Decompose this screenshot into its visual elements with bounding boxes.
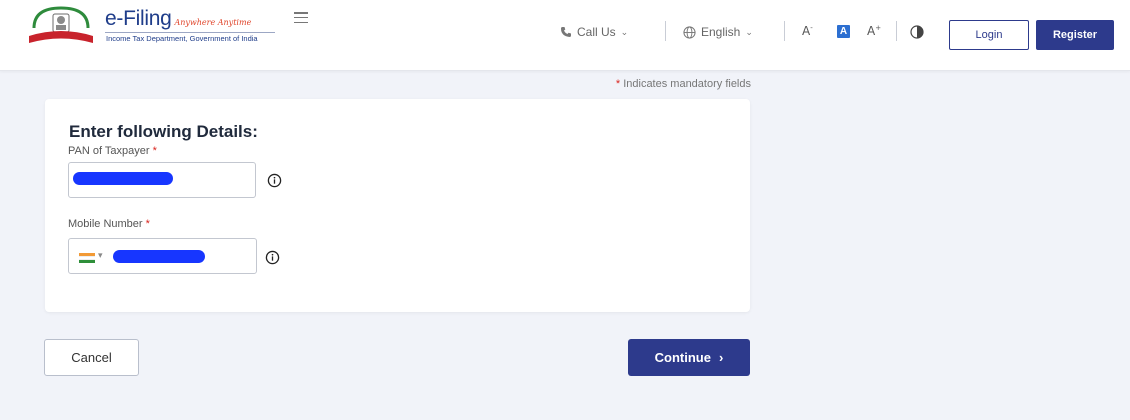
increase-font-button[interactable]: A+ — [867, 24, 881, 38]
pan-info-icon[interactable] — [267, 173, 282, 188]
logo-title-text: e-Filing — [105, 7, 172, 30]
continue-button[interactable]: Continue › — [628, 339, 750, 376]
default-font-label: A — [839, 26, 848, 37]
pan-label-text: PAN of Taxpayer — [68, 145, 150, 157]
globe-icon — [683, 25, 696, 39]
decrease-font-button[interactable]: A- — [802, 24, 813, 38]
call-us-dropdown[interactable]: Call Us ⌄ — [560, 25, 628, 39]
language-label: English — [701, 25, 741, 39]
mandatory-note-text: Indicates mandatory fields — [623, 78, 751, 90]
default-font-button[interactable]: A — [837, 25, 850, 38]
government-emblem-logo[interactable] — [26, 6, 96, 46]
logo-title: e-Filing Anywhere Anytime — [105, 7, 251, 31]
login-button[interactable]: Login — [949, 20, 1029, 50]
mobile-info-icon[interactable] — [265, 250, 280, 265]
mobile-label-text: Mobile Number — [68, 218, 143, 230]
logo-divider — [105, 32, 275, 33]
call-us-label: Call Us — [577, 25, 616, 39]
register-button[interactable]: Register — [1036, 20, 1114, 50]
header-divider — [784, 21, 785, 41]
redacted-pan-value — [73, 172, 173, 185]
redacted-mobile-value — [113, 250, 205, 263]
mobile-label: Mobile Number * — [68, 218, 150, 230]
cancel-button-label: Cancel — [71, 350, 112, 365]
site-header: e-Filing Anywhere Anytime Income Tax Depa… — [0, 0, 1130, 71]
logo-tagline: Anywhere Anytime — [174, 18, 252, 27]
pan-label: PAN of Taxpayer * — [68, 145, 157, 157]
increase-font-sign: + — [875, 24, 882, 32]
chevron-down-icon: ⌄ — [745, 26, 753, 37]
contrast-toggle-icon[interactable] — [910, 25, 924, 39]
hamburger-menu-icon[interactable] — [294, 12, 308, 23]
form-title: Enter following Details: — [69, 122, 258, 141]
decrease-font-sign: - — [810, 24, 813, 32]
country-code-caret-icon[interactable]: ▾ — [98, 250, 103, 261]
required-asterisk: * — [152, 145, 157, 157]
decrease-font-label: A — [802, 24, 811, 38]
language-dropdown[interactable]: English ⌄ — [683, 25, 753, 39]
pan-input[interactable] — [68, 162, 256, 198]
required-asterisk: * — [145, 218, 150, 230]
mandatory-fields-note: * Indicates mandatory fields — [560, 78, 751, 90]
chevron-right-icon: › — [718, 350, 724, 365]
phone-icon — [561, 27, 571, 37]
header-divider — [896, 21, 897, 41]
chevron-down-icon: ⌄ — [620, 26, 629, 37]
increase-font-label: A — [867, 24, 876, 38]
mobile-input[interactable]: ▾ — [68, 238, 257, 274]
continue-button-label: Continue — [654, 350, 711, 365]
details-form-card: Enter following Details: PAN of Taxpayer… — [45, 99, 750, 312]
header-divider — [665, 21, 666, 41]
logo-subtitle: Income Tax Department, Government of Ind… — [106, 34, 258, 43]
cancel-button[interactable]: Cancel — [44, 339, 139, 376]
required-asterisk: * — [615, 78, 621, 90]
register-button-label: Register — [1052, 29, 1098, 41]
india-flag-icon[interactable] — [79, 253, 95, 264]
login-button-label: Login — [975, 29, 1003, 41]
